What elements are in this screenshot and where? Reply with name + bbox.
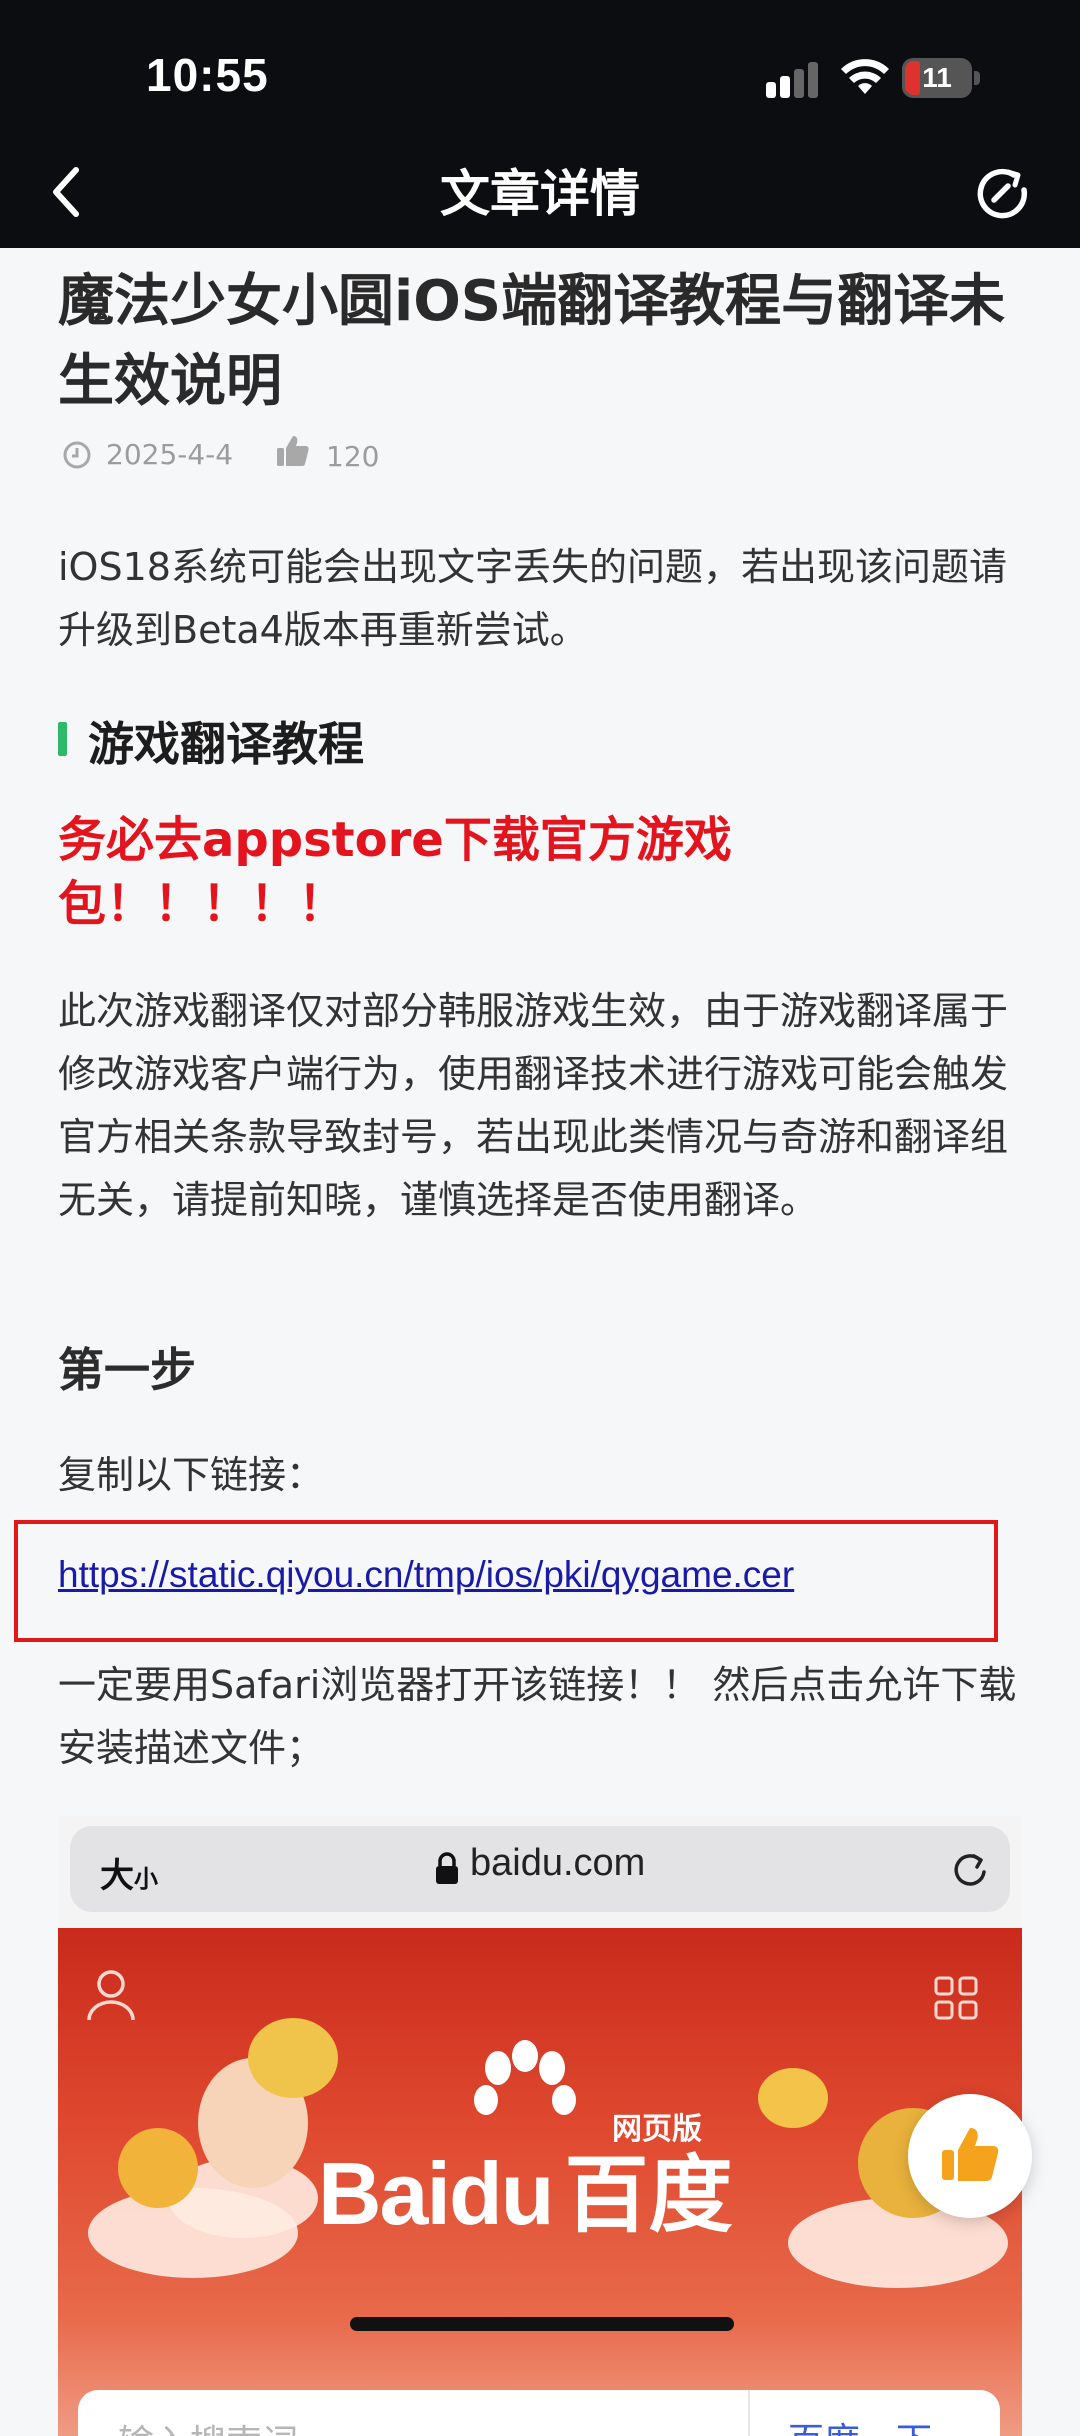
cellular-signal-icon <box>766 62 818 98</box>
baidu-homepage-banner: 网页版 Baidu百度 输入搜索词 百度一下 <box>58 1928 1022 2436</box>
baidu-logo: Baidu 百度 <box>318 2144 733 2244</box>
page-title: 文章详情 <box>440 165 640 223</box>
reload-icon <box>954 1854 986 1886</box>
like-count: 120 <box>326 440 380 473</box>
grid-icon <box>934 1976 978 2020</box>
embedded-screenshot: 大小 baidu.com 网页版 Baidu 百度 <box>58 1816 1022 2436</box>
step-instruction: 复制以下链接： <box>58 1453 325 1497</box>
home-indicator <box>350 2317 734 2331</box>
warning-text: 务必去appstore下载官方游戏包！！！！！ <box>58 812 732 932</box>
mascot-decoration <box>118 2128 198 2208</box>
thumb-up-icon <box>942 2128 999 2181</box>
lock-icon <box>436 1852 458 1884</box>
intro-paragraph: iOS18系统可能会出现文字丢失的问题，若出现该问题请升级到Beta4版本再重新… <box>58 545 1007 652</box>
step-title: 第一步 <box>58 1343 196 1397</box>
baidu-search-button: 百度一下 <box>748 2390 1000 2436</box>
battery-level: 11 <box>922 62 952 93</box>
mascot-decoration <box>758 2068 828 2128</box>
publish-date: 2025-4-4 <box>106 438 234 471</box>
status-time: 10:55 <box>146 49 269 101</box>
wifi-icon <box>841 59 889 94</box>
thumb-up-icon[interactable] <box>276 434 310 468</box>
user-icon <box>87 1970 135 2021</box>
battery-indicator: 11 <box>902 58 980 98</box>
section-accent-bar <box>58 722 67 756</box>
mascot-decoration <box>248 2018 338 2098</box>
article-title: 魔法少女小圆iOS端翻译教程与翻译未生效说明 <box>58 269 1006 414</box>
disclaimer-paragraph: 此次游戏翻译仅对部分韩服游戏生效，由于游戏翻译属于修改游戏客户端行为，使用翻译技… <box>58 989 1009 1222</box>
section-title: 游戏翻译教程 <box>88 717 364 771</box>
like-button[interactable] <box>908 2094 1032 2218</box>
top-bar: 10:55 11 文章详情 <box>0 0 1080 248</box>
safari-address-bar: 大小 baidu.com <box>70 1826 1010 1912</box>
step-note: 一定要用Safari浏览器打开该链接！！ 然后点击允许下载安装描述文件； <box>58 1663 1017 1770</box>
search-placeholder: 输入搜索词 <box>118 2414 298 2436</box>
clock-icon <box>63 441 91 469</box>
baidu-search-box: 输入搜索词 百度一下 <box>78 2390 1000 2436</box>
text-size-button: 大小 <box>100 1856 158 1896</box>
refresh-icon[interactable] <box>974 166 1030 222</box>
certificate-link[interactable]: https://static.qiyou.cn/tmp/ios/pki/qyga… <box>58 1554 794 1596</box>
address-domain: baidu.com <box>470 1842 646 1884</box>
